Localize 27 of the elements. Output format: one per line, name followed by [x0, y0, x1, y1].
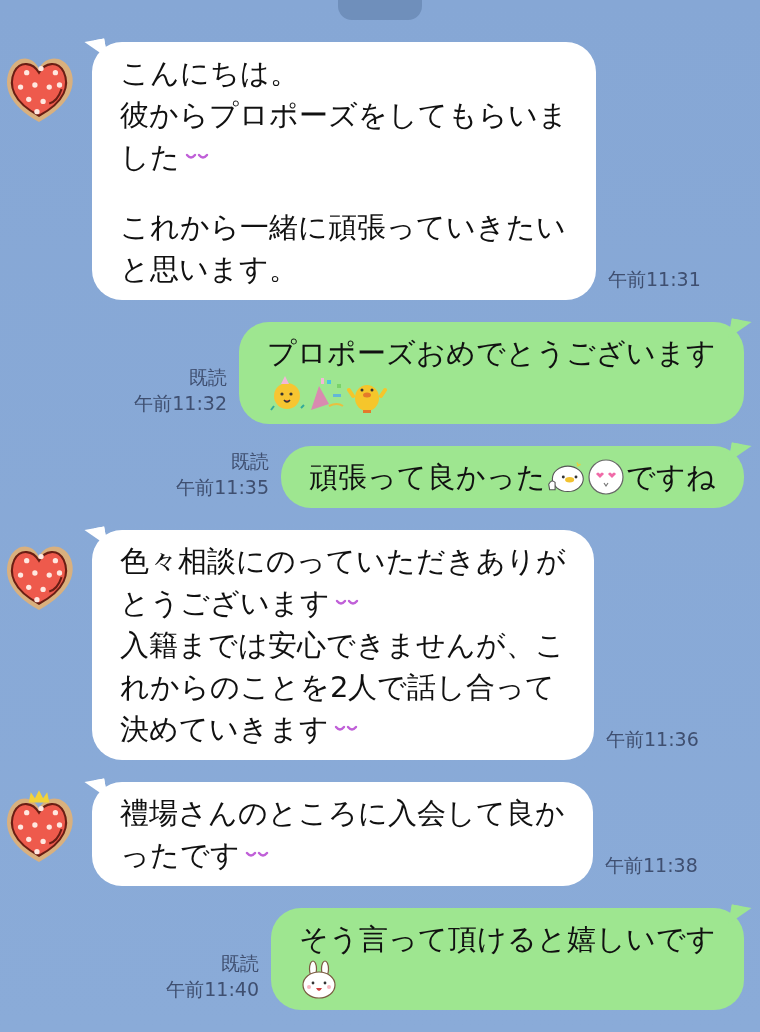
heart-eyes-icon [586, 457, 626, 497]
message-text: これから一緒に頑張っていきたい [120, 209, 566, 246]
bunny-icon [299, 960, 339, 1000]
message-text: ったです [120, 837, 240, 874]
message-text: プロポーズおめでとうございます [267, 335, 716, 372]
message-time: 午前11:38 [605, 853, 698, 878]
message-text: 頑張って良かった [309, 459, 546, 496]
message-time: 午前11:32 [134, 391, 227, 416]
message-text: と思います。 [120, 251, 298, 288]
message-text: そう言って頂けると嬉しいです [299, 921, 716, 958]
message-time: 午前11:36 [606, 727, 699, 752]
message-text: 禮場さんのところに入会して良か [120, 795, 565, 832]
message-text: れからのことを2人で話し合って [120, 669, 556, 706]
read-receipt: 既読 [231, 449, 269, 474]
message-text: 入籍までは安心できませんが、こ [120, 627, 565, 664]
message-text: 決めていきます [120, 711, 329, 748]
read-receipt: 既読 [189, 365, 227, 390]
message-text: ですね [626, 459, 716, 496]
message-text: 色々相談にのっていただきありが [120, 543, 566, 580]
message-time: 午前11:35 [176, 475, 269, 500]
message-text: こんにちは。 [120, 55, 299, 92]
message-text: した [120, 139, 180, 176]
message-text: 彼からプロポーズをしてもらいま [120, 97, 568, 134]
read-receipt: 既読 [221, 951, 259, 976]
message-time: 午前11:40 [166, 977, 259, 1002]
message-text: とうございます [120, 585, 330, 622]
message-time: 午前11:31 [608, 267, 701, 292]
